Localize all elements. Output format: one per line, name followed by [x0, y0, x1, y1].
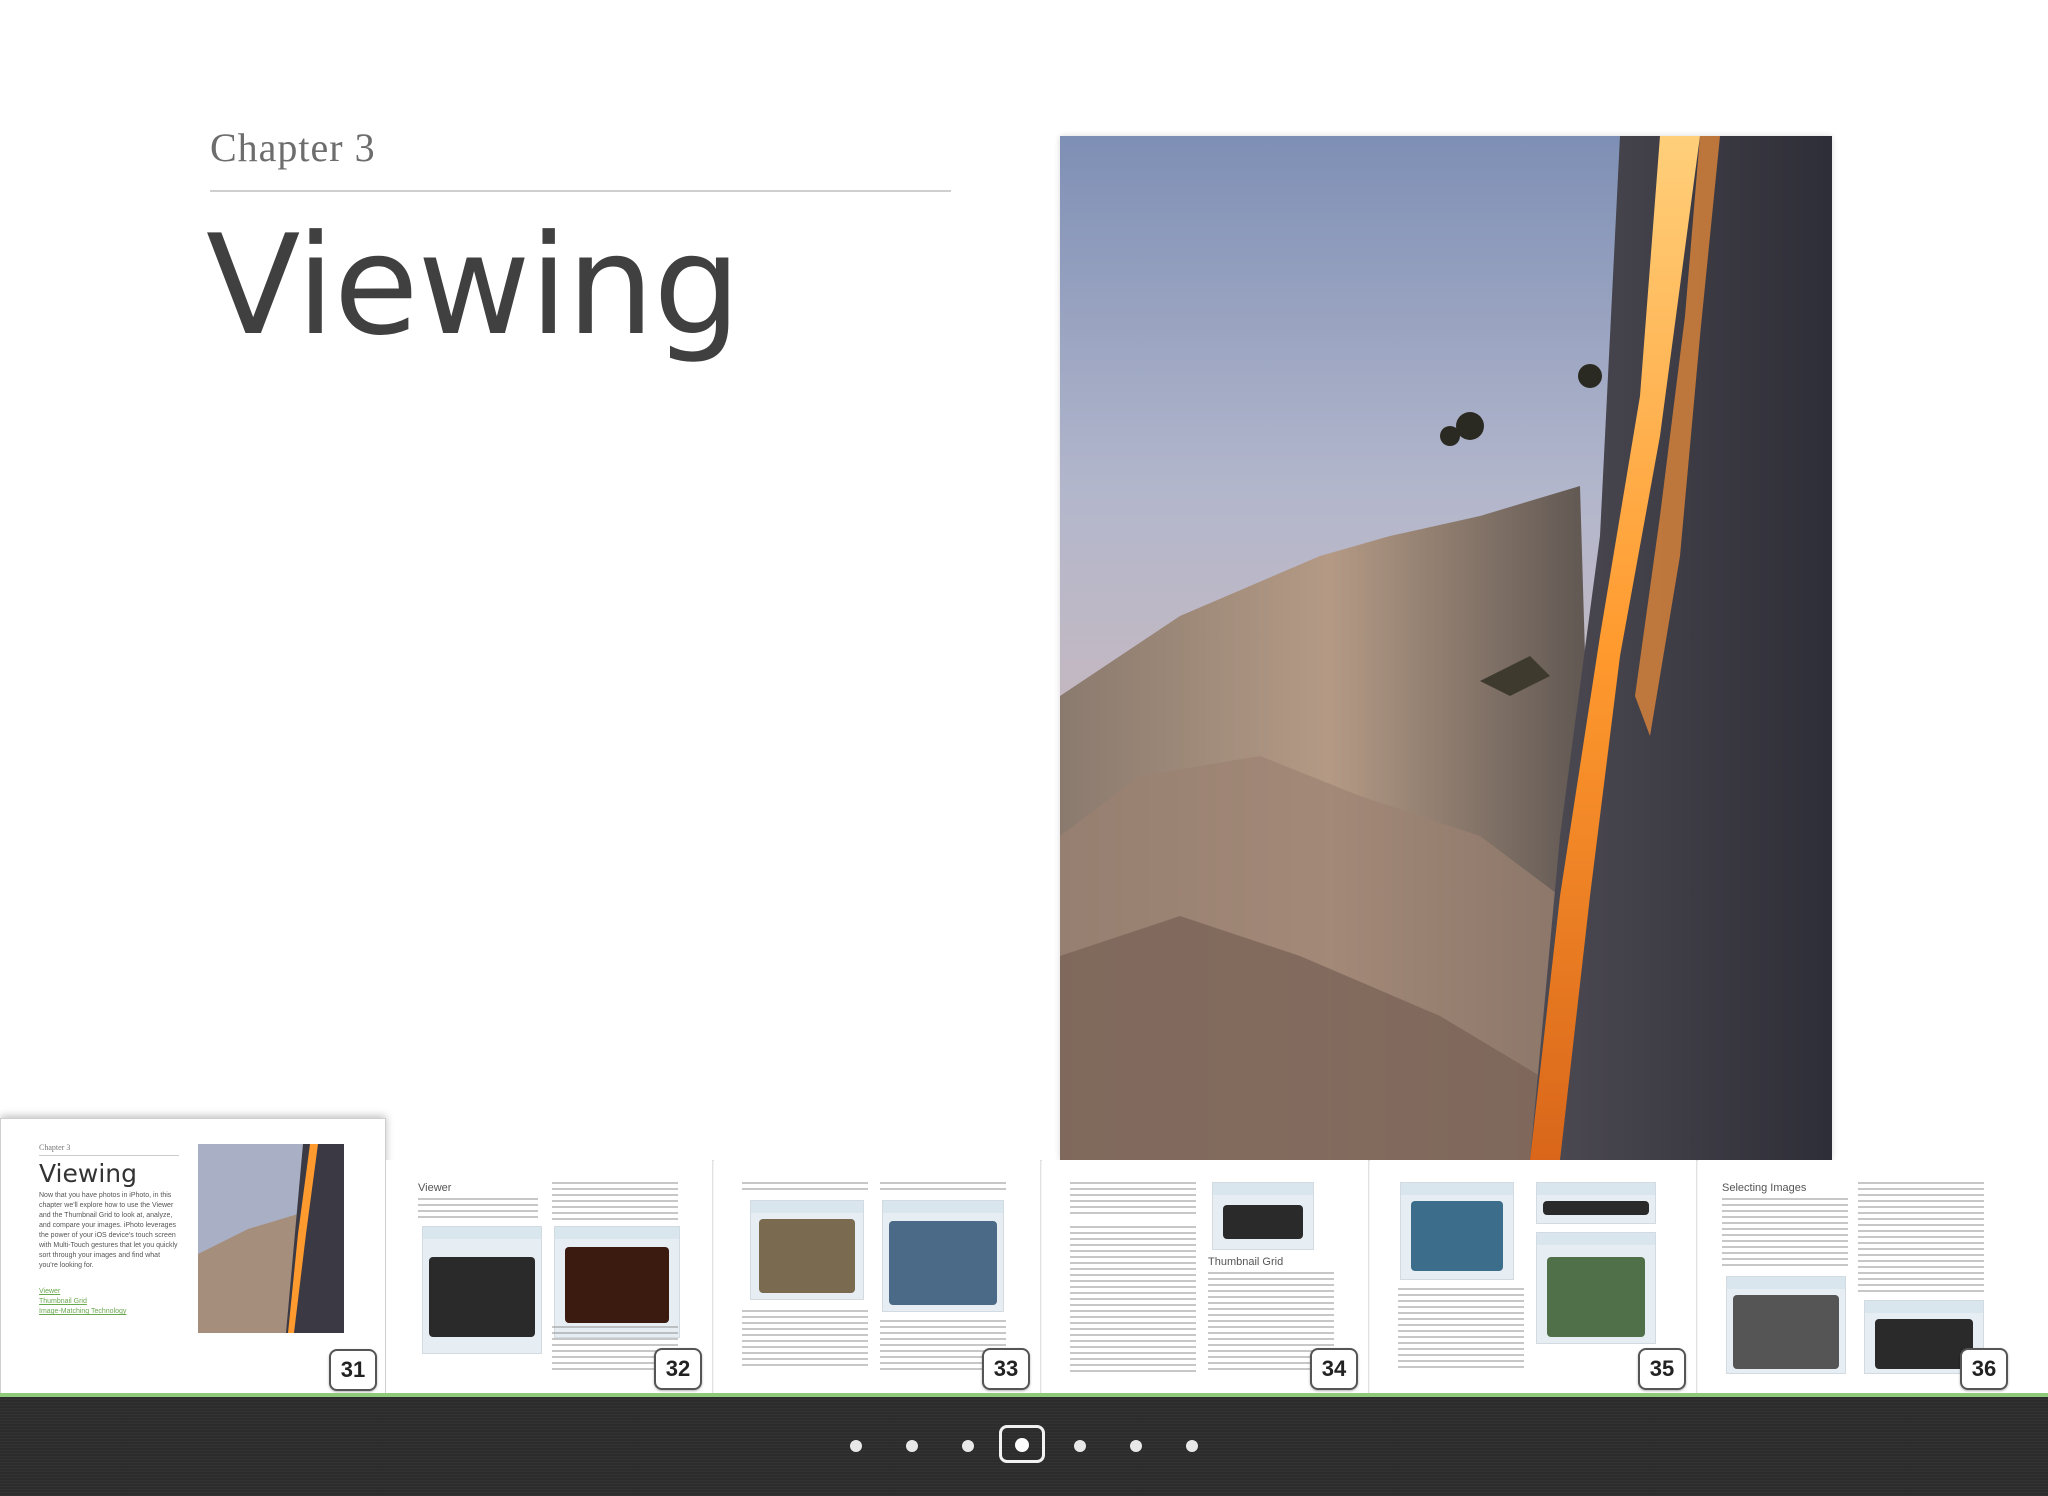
thumbnail-figure: [1536, 1182, 1656, 1224]
thumbnail-text: [1070, 1226, 1196, 1374]
thumbnail-heading: Viewer: [418, 1182, 452, 1194]
page-dot[interactable]: [1130, 1440, 1142, 1452]
page-dot[interactable]: [850, 1440, 862, 1452]
page-number-badge: 34: [1310, 1348, 1358, 1390]
thumbnail-page-36[interactable]: Selecting Images 36: [1698, 1160, 2048, 1393]
page-number-badge: 35: [1638, 1348, 1686, 1390]
thumbnail-divider: [39, 1155, 179, 1156]
thumbnail-text: [742, 1182, 868, 1194]
thumbnail-figure: [1536, 1232, 1656, 1344]
page-dot[interactable]: [962, 1440, 974, 1452]
thumbnail-figure: [422, 1226, 542, 1354]
thumbnail-link: Thumbnail Grid: [39, 1298, 87, 1305]
chapter-photo-waterfall: [1060, 136, 1832, 1160]
chapter-label: Chapter 3: [210, 125, 376, 170]
page-number-badge: 36: [1960, 1348, 2008, 1390]
page-dot[interactable]: [906, 1440, 918, 1452]
thumbnail-text: [1398, 1288, 1524, 1372]
thumbnail-figure: [554, 1226, 680, 1338]
page-dot[interactable]: [1074, 1440, 1086, 1452]
thumbnail-text: [552, 1182, 678, 1222]
thumbnail-page-32[interactable]: Viewer 32: [386, 1160, 713, 1393]
thumbnail-photo: [198, 1144, 344, 1333]
chapter-divider: [210, 190, 951, 192]
page-number-badge: 33: [982, 1348, 1030, 1390]
thumbnail-text: [742, 1310, 868, 1370]
thumbnail-body-text: Now that you have photos in iPhoto, in t…: [39, 1192, 178, 1269]
page-dot[interactable]: [1186, 1440, 1198, 1452]
thumbnail-links: Viewer Thumbnail Grid Image-Matching Tec…: [39, 1287, 179, 1317]
chapter-title: Viewing: [206, 205, 741, 366]
thumbnail-page-35[interactable]: 35: [1370, 1160, 1697, 1393]
thumbnail-figure: [1726, 1276, 1846, 1374]
thumbnail-text: [1722, 1198, 1848, 1268]
thumbnail-page-31[interactable]: Chapter 3 Viewing Now that you have phot…: [0, 1118, 386, 1396]
page-dot-current[interactable]: [999, 1425, 1045, 1463]
thumbnail-text: [880, 1182, 1006, 1194]
thumbnail-figure: [882, 1200, 1004, 1312]
book-page: Chapter 3 Viewing: [0, 0, 2048, 1160]
thumbnail-figure: [750, 1200, 864, 1300]
thumbnail-title: Viewing: [39, 1159, 137, 1188]
thumbnail-page-34[interactable]: Thumbnail Grid 34: [1042, 1160, 1369, 1393]
thumbnail-text: [1070, 1182, 1196, 1218]
thumbnail-link: Viewer: [39, 1288, 61, 1295]
page-number-badge: 32: [654, 1348, 702, 1390]
thumbnail-figure: [1212, 1182, 1314, 1250]
page-number-badge: 31: [329, 1349, 377, 1391]
thumbnail-chapter-label: Chapter 3: [39, 1143, 71, 1152]
thumbnail-text: [1858, 1182, 1984, 1292]
thumbnail-heading: Selecting Images: [1722, 1182, 1807, 1194]
thumbnail-text: [418, 1198, 538, 1222]
thumbnail-heading: Thumbnail Grid: [1208, 1256, 1284, 1268]
thumbnail-page-33[interactable]: 33: [714, 1160, 1041, 1393]
thumbnail-figure: [1400, 1182, 1514, 1280]
thumbnail-link: Image-Matching Technology: [39, 1308, 127, 1315]
